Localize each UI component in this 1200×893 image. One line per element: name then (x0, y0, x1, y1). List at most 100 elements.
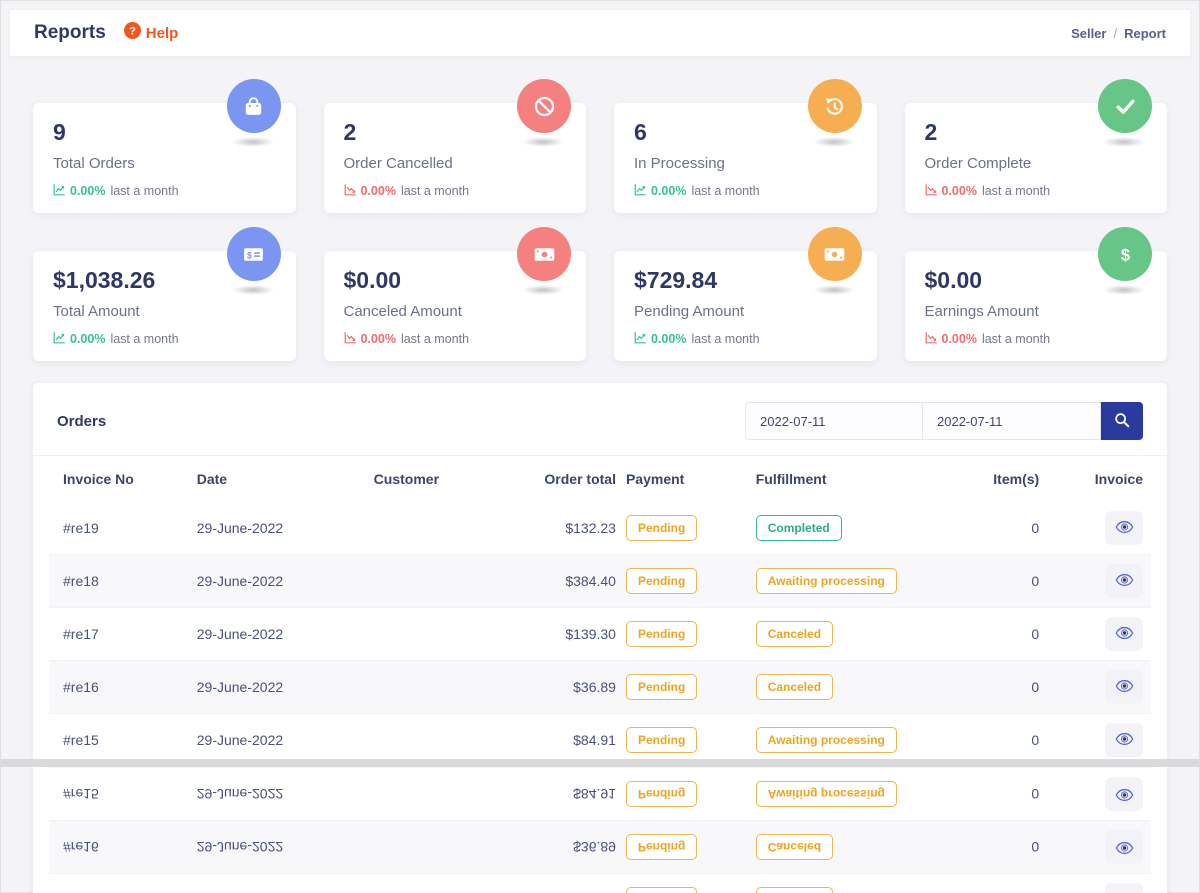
payment-badge: Pending (626, 674, 697, 700)
view-invoice-button[interactable] (1105, 830, 1143, 864)
order-total-cell: $84.91 (466, 732, 626, 748)
items-cell: 0 (955, 786, 1045, 802)
view-invoice-button[interactable] (1105, 777, 1143, 811)
stat-label: In Processing (634, 155, 857, 172)
breadcrumb-report[interactable]: Report (1124, 26, 1166, 41)
stat-card: $0.00 Canceled Amount 0.00% last a month (324, 251, 587, 361)
items-cell: 0 (955, 679, 1045, 695)
eye-icon (1115, 732, 1134, 749)
view-invoice-button[interactable] (1105, 617, 1143, 651)
search-button[interactable] (1101, 402, 1143, 440)
stat-period: last a month (401, 184, 469, 198)
stat-change: 0.00% (70, 332, 105, 346)
stat-change: 0.00% (361, 332, 396, 346)
chart-down-icon (925, 331, 938, 347)
orders-header: Orders (49, 398, 1151, 442)
invoice-action-cell (1045, 564, 1143, 598)
payment-cell: Pending (626, 621, 756, 647)
fulfillment-badge: Canceled (756, 887, 833, 893)
money-bill-icon (808, 227, 862, 281)
stat-change: 0.00% (942, 332, 977, 346)
stat-change: 0.00% (651, 184, 686, 198)
chart-down-icon (344, 331, 357, 347)
chart-up-icon (634, 331, 647, 347)
eye-icon (1115, 786, 1134, 803)
invoice-no-cell: #re18 (57, 573, 197, 589)
view-invoice-button[interactable] (1105, 670, 1143, 704)
date-filter-group (745, 402, 1143, 440)
table-row: #re1829-June-2022$384.40PendingAwaiting … (49, 555, 1151, 608)
payment-badge: Pending (626, 727, 697, 753)
chart-up-icon (53, 183, 66, 199)
date-cell: 29-June-2022 (197, 679, 347, 695)
view-invoice-button[interactable] (1105, 564, 1143, 598)
invoice-no-cell: #re19 (57, 520, 197, 536)
table-row: #re1629-June-2022$36.89PendingCanceled0 (49, 820, 1151, 873)
view-invoice-button[interactable] (1105, 511, 1143, 545)
view-invoice-button[interactable] (1105, 883, 1143, 893)
invoice-action-cell (1045, 883, 1143, 893)
stat-change: 0.00% (361, 184, 396, 198)
icon-shadow (1103, 137, 1145, 147)
icon-shadow (813, 285, 855, 295)
table-row: #re1729-June-2022$139.30PendingCanceled0 (49, 873, 1151, 893)
orders-title: Orders (57, 413, 106, 430)
stat-period: last a month (110, 332, 178, 346)
items-cell: 0 (955, 573, 1045, 589)
history-icon (808, 79, 862, 133)
table-row: #re1929-June-2022$132.23PendingCompleted… (49, 502, 1151, 555)
money-bill-icon (517, 227, 571, 281)
fulfillment-badge: Canceled (756, 621, 833, 647)
table-header-row: Invoice NoDateCustomerOrder totalPayment… (49, 456, 1151, 502)
stat-period: last a month (691, 332, 759, 346)
fulfillment-badge: Completed (756, 515, 842, 541)
chart-down-icon (925, 183, 938, 199)
payment-cell: Pending (626, 781, 756, 807)
breadcrumb-seller[interactable]: Seller (1071, 26, 1106, 41)
svg-text:$: $ (1120, 245, 1130, 264)
order-total-cell: $84.91 (466, 786, 626, 802)
items-cell: 0 (955, 626, 1045, 642)
invoice-no-cell: #re16 (57, 839, 197, 855)
icon-shadow (813, 137, 855, 147)
column-header: Date (197, 471, 347, 487)
stat-period: last a month (401, 332, 469, 346)
stat-label: Order Complete (925, 155, 1148, 172)
fulfillment-badge: Canceled (756, 674, 833, 700)
date-to-input[interactable] (923, 402, 1101, 440)
breadcrumb: Seller / Report (1071, 26, 1166, 41)
date-cell: 29-June-2022 (197, 626, 347, 642)
shopping-bag-icon (227, 79, 281, 133)
help-link[interactable]: ? Help (124, 22, 179, 44)
payment-cell: Pending (626, 834, 756, 860)
icon-shadow (232, 285, 274, 295)
payment-cell: Pending (626, 727, 756, 753)
stat-period: last a month (110, 184, 178, 198)
stat-label: Total Amount (53, 303, 276, 320)
fulfillment-badge: Canceled (756, 834, 833, 860)
table-row: #re1529-June-2022$84.91PendingAwaiting p… (49, 767, 1151, 820)
mirrored-table-body: #re1529-June-2022$84.91PendingAwaiting p… (49, 767, 1151, 893)
eye-icon (1115, 626, 1134, 643)
date-cell: 29-June-2022 (197, 732, 347, 748)
chart-up-icon (53, 331, 66, 347)
fulfillment-cell: Canceled (756, 621, 956, 647)
payment-cell: Pending (626, 674, 756, 700)
fulfillment-badge: Awaiting processing (756, 727, 897, 753)
orders-table: Invoice NoDateCustomerOrder totalPayment… (33, 455, 1167, 893)
items-cell: 0 (955, 520, 1045, 536)
icon-shadow (522, 137, 564, 147)
icon-shadow (232, 137, 274, 147)
breadcrumb-separator: / (1113, 26, 1117, 41)
fulfillment-cell: Awaiting processing (756, 781, 956, 807)
invoice-action-cell (1045, 617, 1143, 651)
view-invoice-button[interactable] (1105, 723, 1143, 757)
stat-change: 0.00% (942, 184, 977, 198)
date-from-input[interactable] (745, 402, 923, 440)
table-body: #re1929-June-2022$132.23PendingCompleted… (49, 502, 1151, 767)
icon-shadow (1103, 285, 1145, 295)
column-header: Order total (466, 471, 626, 487)
date-cell: 29-June-2022 (197, 786, 347, 802)
column-header: Invoice (1045, 471, 1143, 487)
invoice-no-cell: #re16 (57, 679, 197, 695)
